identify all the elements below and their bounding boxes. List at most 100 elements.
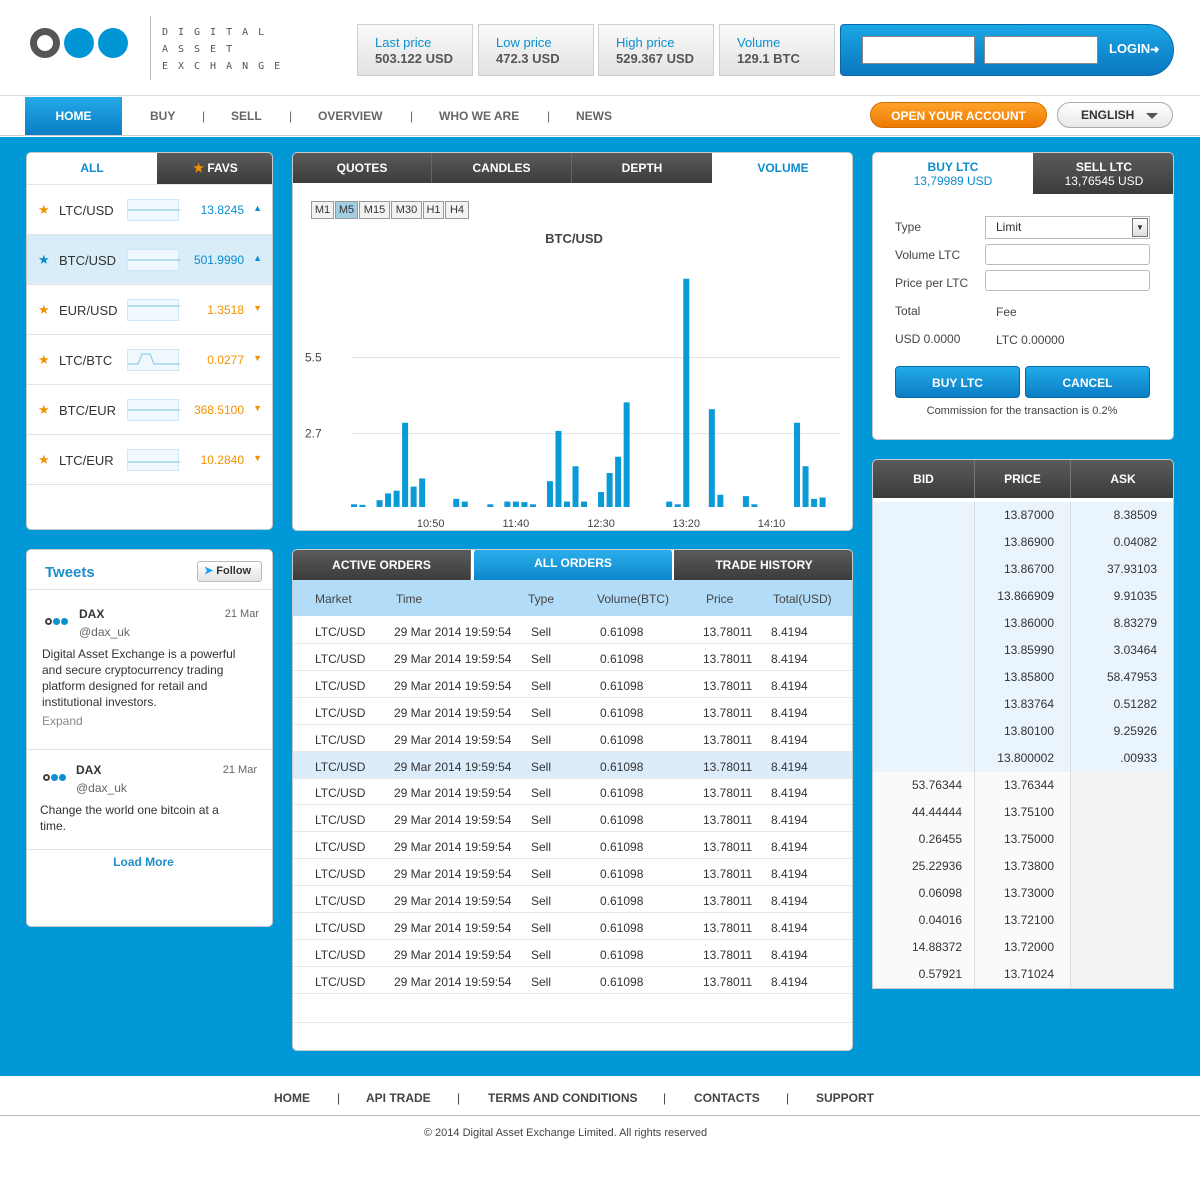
- language-select[interactable]: ENGLISH: [1057, 102, 1173, 128]
- book-row[interactable]: 14.88372 13.72000: [873, 934, 1173, 961]
- volume-bar[interactable]: [802, 466, 809, 507]
- book-row[interactable]: 13.86000 8.83279: [873, 610, 1173, 637]
- volume-bar[interactable]: [351, 504, 357, 507]
- star-icon[interactable]: ★: [38, 352, 50, 368]
- tab-volume[interactable]: VOLUME: [712, 153, 852, 183]
- volume-bar[interactable]: [742, 496, 749, 507]
- cancel-button[interactable]: CANCEL: [1025, 366, 1150, 398]
- tab-trade-history[interactable]: TRADE HISTORY: [674, 550, 852, 580]
- order-type-select[interactable]: Limit ▼: [985, 216, 1150, 239]
- volume-bar[interactable]: [794, 422, 801, 507]
- tab-depth[interactable]: DEPTH: [572, 153, 712, 183]
- volume-bar[interactable]: [359, 504, 366, 507]
- nav-who-we-are[interactable]: WHO WE ARE: [439, 109, 519, 123]
- volume-bar[interactable]: [521, 502, 528, 507]
- column-header-time[interactable]: Time: [396, 592, 422, 606]
- volume-bar[interactable]: [410, 486, 417, 507]
- table-row[interactable]: LTC/USD 29 Mar 2014 19:59:54 Sell 0.61098 13…: [293, 805, 852, 833]
- book-row[interactable]: 13.85990 3.03464: [873, 637, 1173, 664]
- volume-bar[interactable]: [512, 501, 519, 507]
- volume-bar[interactable]: [708, 409, 715, 507]
- table-row[interactable]: LTC/USD 29 Mar 2014 19:59:54 Sell 0.61098 13…: [293, 913, 852, 940]
- footer-link-support[interactable]: SUPPORT: [816, 1091, 874, 1105]
- nav-home[interactable]: HOME: [25, 97, 122, 135]
- star-icon[interactable]: ★: [38, 202, 50, 218]
- open-account-button[interactable]: OPEN YOUR ACCOUNT: [870, 102, 1047, 128]
- nav-news[interactable]: NEWS: [576, 109, 612, 123]
- username-input[interactable]: [862, 36, 975, 64]
- tab-all-orders[interactable]: ALL ORDERS: [474, 550, 672, 580]
- market-row[interactable]: ★ BTC/EUR 368.5100 ▼: [27, 385, 272, 435]
- book-header-price[interactable]: PRICE: [975, 460, 1071, 498]
- star-icon[interactable]: ★: [38, 252, 50, 268]
- table-row[interactable]: LTC/USD 29 Mar 2014 19:59:54 Sell 0.61098 13…: [293, 725, 852, 752]
- book-row[interactable]: 0.57921 13.71024: [873, 961, 1173, 988]
- footer-link-api-trade[interactable]: API TRADE: [366, 1091, 431, 1105]
- table-row[interactable]: LTC/USD 29 Mar 2014 19:59:54 Sell 0.61098 13…: [293, 671, 852, 698]
- table-row[interactable]: LTC/USD 29 Mar 2014 19:59:54 Sell 0.61098 13…: [293, 751, 852, 779]
- star-icon[interactable]: ★: [38, 402, 50, 418]
- volume-bar[interactable]: [751, 504, 758, 507]
- footer-link-contacts[interactable]: CONTACTS: [694, 1091, 760, 1105]
- volume-bar[interactable]: [683, 278, 690, 507]
- book-header-ask[interactable]: ASK: [1071, 460, 1173, 498]
- volume-bar[interactable]: [717, 494, 724, 507]
- footer-link-home[interactable]: HOME: [274, 1091, 310, 1105]
- price-input[interactable]: [985, 270, 1150, 291]
- table-row[interactable]: LTC/USD 29 Mar 2014 19:59:54 Sell 0.61098 13…: [293, 967, 852, 994]
- tab-sell-ltc[interactable]: SELL LTC 13,76545 USD: [1033, 153, 1173, 194]
- nav-buy[interactable]: BUY: [150, 109, 175, 123]
- volume-bar[interactable]: [504, 501, 511, 507]
- buy-ltc-button[interactable]: BUY LTC: [895, 366, 1020, 398]
- tweet-expand-link[interactable]: Expand: [42, 714, 83, 728]
- volume-bar[interactable]: [598, 492, 605, 507]
- volume-bar[interactable]: [615, 456, 622, 507]
- follow-button[interactable]: ➤ Follow: [197, 561, 262, 582]
- book-row[interactable]: 13.86900 0.04082: [873, 529, 1173, 556]
- tab-candles[interactable]: CANDLES: [432, 153, 572, 183]
- column-header-market[interactable]: Market: [315, 592, 352, 606]
- table-row[interactable]: LTC/USD 29 Mar 2014 19:59:54 Sell 0.61098 13…: [293, 698, 852, 725]
- book-row[interactable]: 13.800002.00933: [873, 745, 1173, 772]
- book-row[interactable]: 13.85800 58.47953: [873, 664, 1173, 691]
- table-row[interactable]: LTC/USD 29 Mar 2014 19:59:54 Sell 0.61098 13…: [293, 886, 852, 913]
- tweet-author[interactable]: DAX: [79, 607, 104, 621]
- book-row[interactable]: 25.22936 13.73800: [873, 853, 1173, 880]
- volume-bar[interactable]: [402, 422, 409, 507]
- volume-bar[interactable]: [555, 430, 562, 507]
- volume-bar[interactable]: [666, 501, 673, 507]
- column-header-price[interactable]: Price: [706, 592, 733, 606]
- column-header-total[interactable]: Total(USD): [773, 592, 832, 606]
- star-icon[interactable]: ★: [38, 452, 50, 468]
- tab-quotes[interactable]: QUOTES: [293, 153, 432, 183]
- book-row[interactable]: 0.04016 13.72100: [873, 907, 1173, 934]
- volume-bar[interactable]: [529, 504, 536, 507]
- volume-bar[interactable]: [461, 501, 468, 507]
- table-row[interactable]: LTC/USD 29 Mar 2014 19:59:54 Sell 0.61098 13…: [293, 940, 852, 967]
- volume-bar[interactable]: [811, 498, 818, 507]
- tab-buy-ltc[interactable]: BUY LTC 13,79989 USD: [873, 153, 1033, 194]
- volume-bar[interactable]: [572, 466, 579, 507]
- table-row[interactable]: LTC/USD 29 Mar 2014 19:59:54 Sell 0.61098 13…: [293, 778, 852, 806]
- tab-all[interactable]: ALL: [27, 153, 157, 184]
- table-row[interactable]: LTC/USD 29 Mar 2014 19:59:54 Sell 0.61098 13…: [293, 859, 852, 887]
- book-row[interactable]: 13.83764 0.51282: [873, 691, 1173, 718]
- market-row[interactable]: ★ BTC/USD 501.9990 ▲: [27, 235, 272, 285]
- volume-bar[interactable]: [419, 478, 426, 507]
- book-row[interactable]: 13.87000 8.38509: [873, 502, 1173, 529]
- logo-mark[interactable]: [30, 28, 128, 58]
- tab-favs[interactable]: ★ FAVS: [157, 153, 272, 184]
- table-row[interactable]: LTC/USD 29 Mar 2014 19:59:54 Sell 0.61098 13…: [293, 832, 852, 860]
- volume-bar[interactable]: [623, 402, 630, 507]
- volume-input[interactable]: [985, 244, 1150, 265]
- tab-active-orders[interactable]: ACTIVE ORDERS: [293, 550, 471, 580]
- market-row[interactable]: ★ LTC/BTC 0.0277 ▼: [27, 335, 272, 385]
- column-header-volume[interactable]: Volume(BTC): [597, 592, 669, 606]
- table-row[interactable]: LTC/USD 29 Mar 2014 19:59:54 Sell 0.61098 13…: [293, 617, 852, 644]
- market-row[interactable]: ★ LTC/USD 13.8245 ▲: [27, 185, 272, 235]
- book-row[interactable]: 13.866909 9.91035: [873, 583, 1173, 610]
- nav-sell[interactable]: SELL: [231, 109, 262, 123]
- star-icon[interactable]: ★: [38, 302, 50, 318]
- volume-bar[interactable]: [819, 497, 826, 507]
- volume-bar[interactable]: [376, 500, 383, 507]
